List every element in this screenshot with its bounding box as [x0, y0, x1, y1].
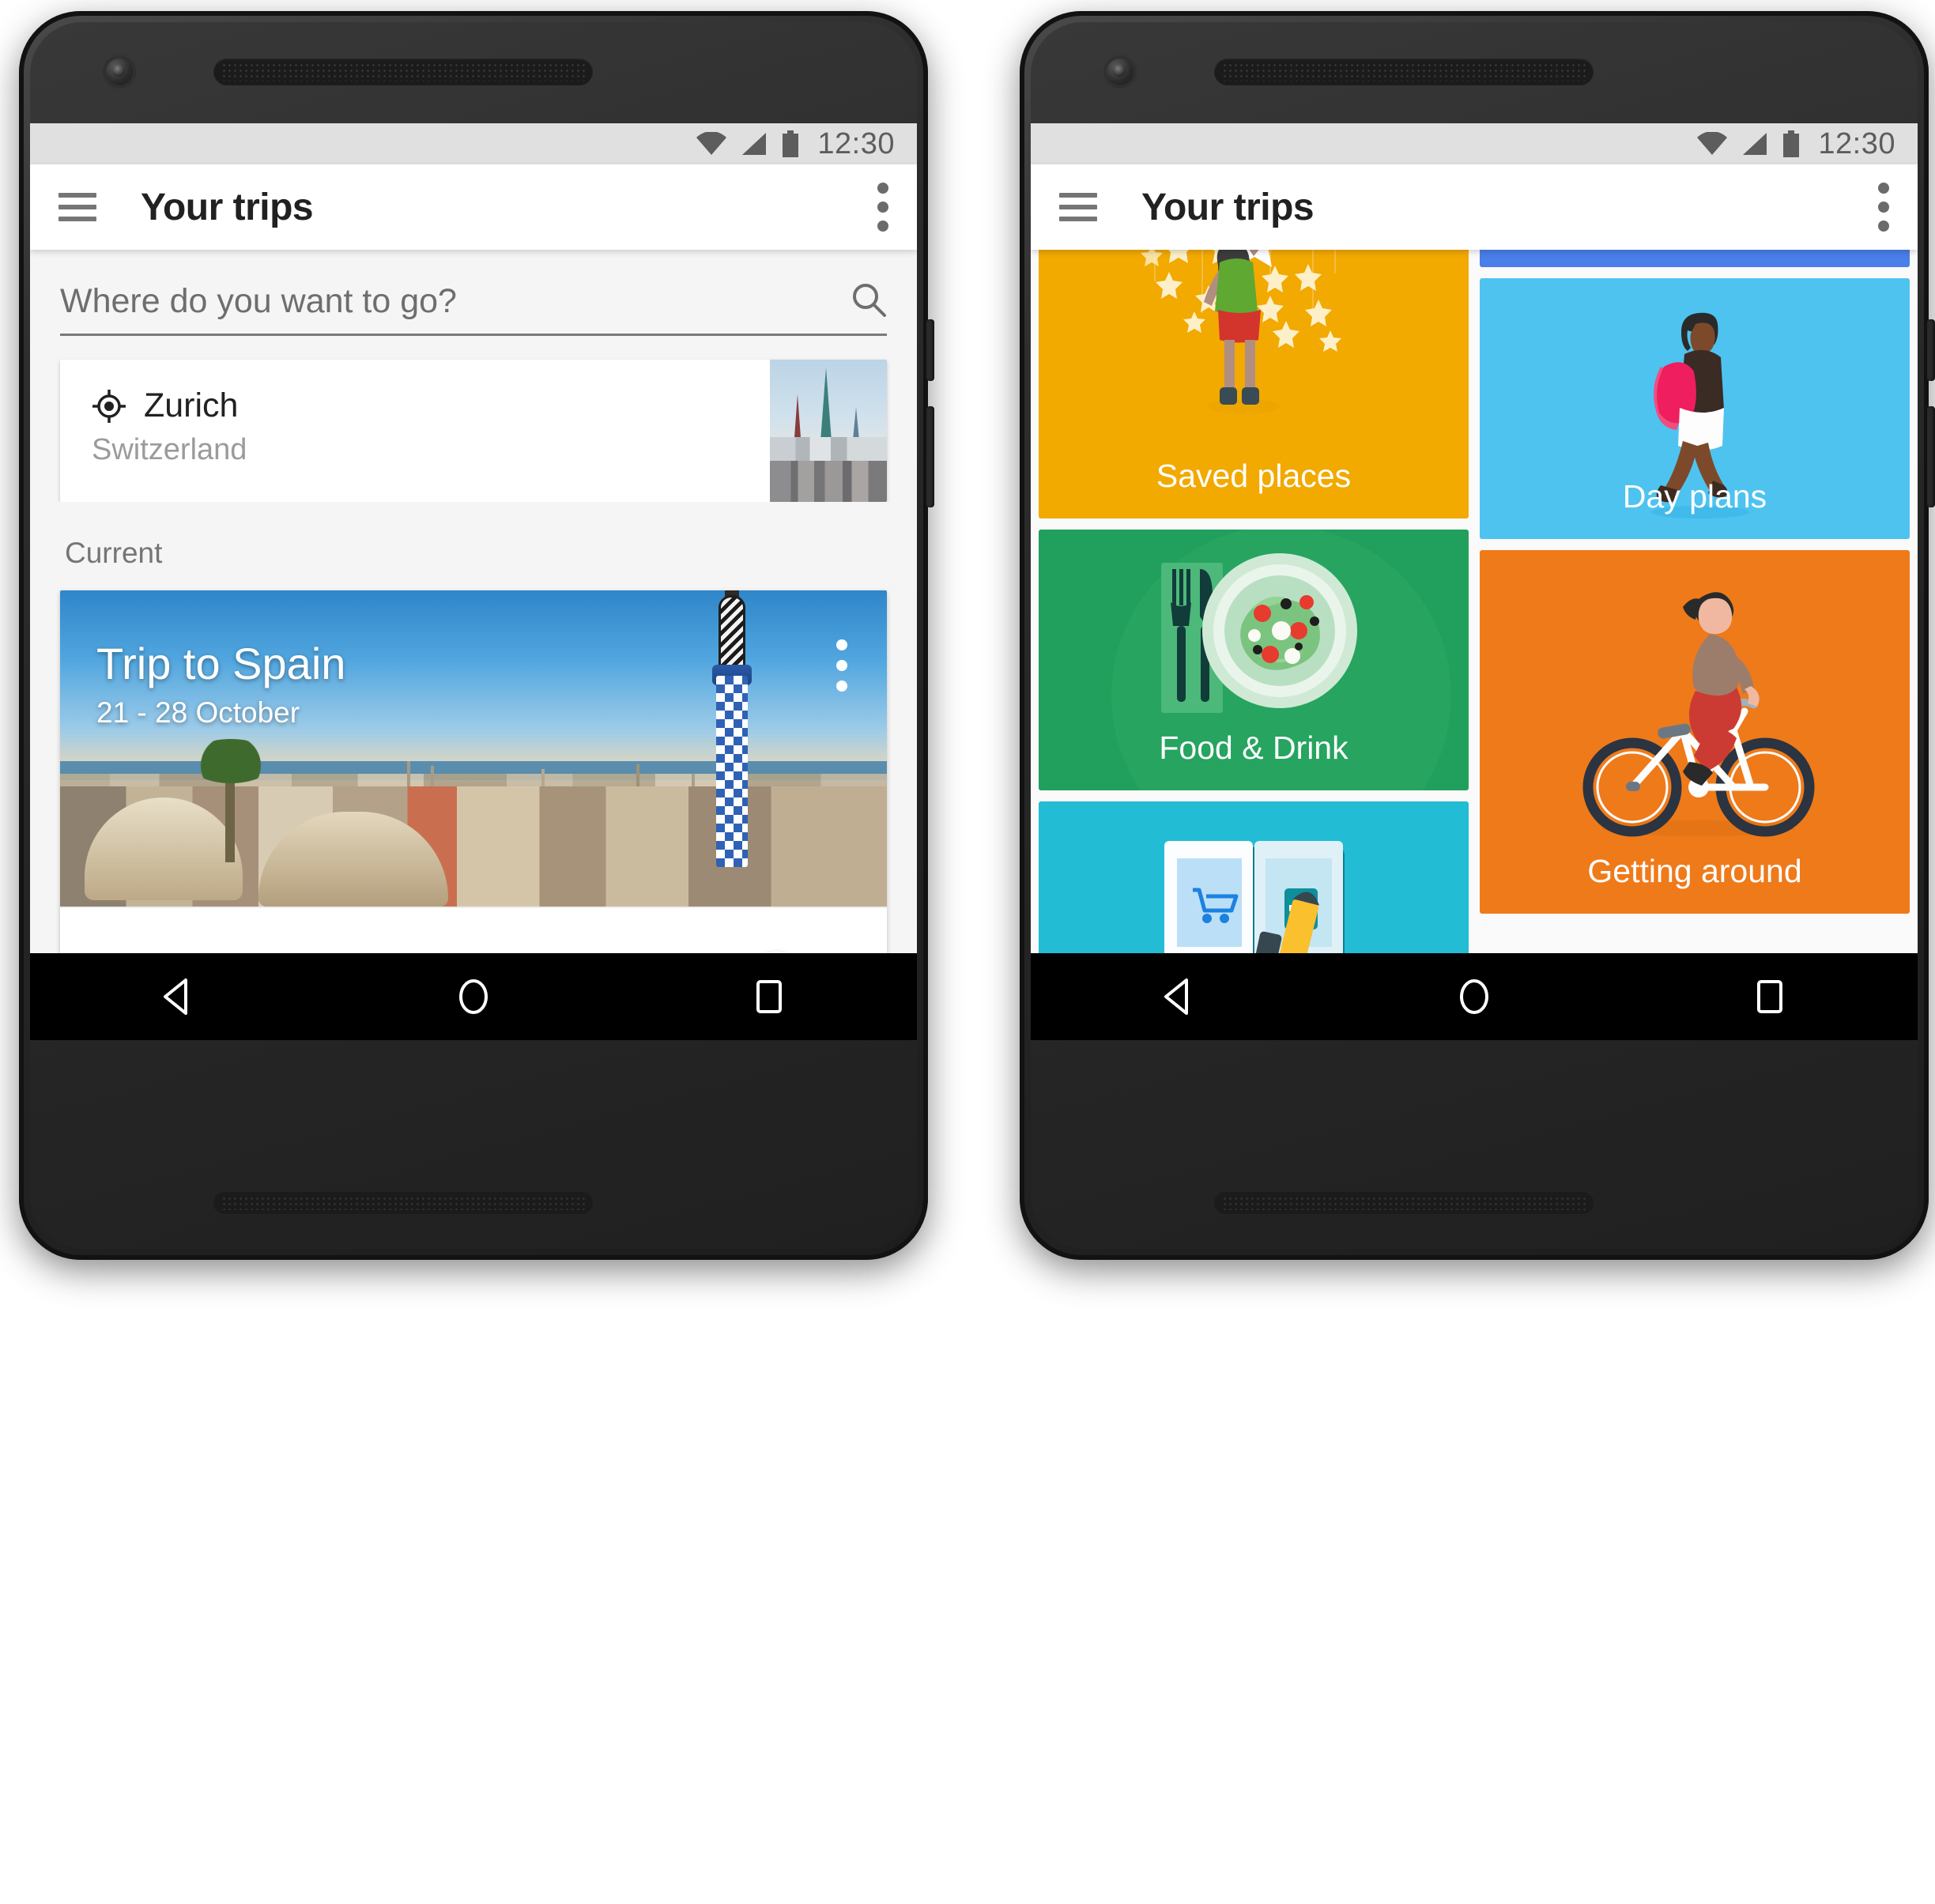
- trip-title: Trip to Spain: [96, 639, 346, 688]
- location-city: Zurich: [144, 386, 239, 424]
- bottom-speaker: [1214, 1192, 1594, 1214]
- phone-device-left: 12:30 Your trips Where do you want to go…: [19, 11, 934, 1260]
- overflow-menu-icon[interactable]: [877, 183, 888, 232]
- category-grid-content: Saved places Food & Drink Day plans Gett…: [1031, 250, 1918, 1040]
- cellular-signal-icon: [741, 132, 768, 156]
- front-camera: [1103, 55, 1137, 89]
- app-bar: Your trips: [1031, 164, 1918, 250]
- phone-device-right: 12:30 Your trips Saved places Food & Dri…: [1020, 11, 1935, 1260]
- trip-overflow-menu-icon[interactable]: [836, 639, 847, 692]
- status-bar-clock: 12:30: [817, 127, 895, 160]
- tile-food-and-drink[interactable]: Food & Drink: [1039, 530, 1469, 790]
- two-phone-mockup: 12:30 Your trips Where do you want to go…: [0, 0, 1935, 1904]
- bottom-speaker: [213, 1192, 593, 1214]
- home-circle-icon[interactable]: [452, 975, 495, 1018]
- hamburger-menu-icon[interactable]: [58, 193, 96, 221]
- tile-label: Saved places: [1156, 458, 1352, 494]
- trips-list-content: Where do you want to go? Zurich Switzerl…: [30, 250, 917, 1040]
- cellular-signal-icon: [1741, 132, 1768, 156]
- tile-label: Getting around: [1587, 853, 1802, 889]
- hamburger-menu-icon[interactable]: [1059, 193, 1097, 221]
- location-country: Switzerland: [92, 433, 247, 466]
- navigation-bar-left: [30, 953, 917, 1040]
- gps-location-icon: [92, 389, 126, 424]
- back-triangle-icon[interactable]: [157, 975, 199, 1018]
- battery-icon: [781, 130, 800, 157]
- home-circle-icon[interactable]: [1453, 975, 1496, 1018]
- section-header-current: Current: [30, 502, 917, 590]
- tile-day-plans[interactable]: Day plans: [1480, 278, 1910, 539]
- tile-label: Day plans: [1622, 478, 1767, 515]
- screen-right: 12:30 Your trips Saved places Food & Dri…: [1031, 123, 1918, 1040]
- status-bar-clock: 12:30: [1818, 127, 1895, 160]
- search-input[interactable]: Where do you want to go?: [60, 281, 887, 336]
- search-row: Where do you want to go?: [30, 250, 917, 336]
- tile-label: Food & Drink: [1159, 730, 1348, 766]
- trip-dates: 21 - 28 October: [96, 696, 300, 729]
- back-triangle-icon[interactable]: [1157, 975, 1200, 1018]
- tile-getting-around[interactable]: Getting around: [1480, 550, 1910, 914]
- recents-square-icon[interactable]: [748, 975, 790, 1018]
- earpiece-speaker: [1214, 58, 1594, 85]
- earpiece-speaker: [213, 58, 593, 85]
- navigation-bar-right: [1031, 953, 1918, 1040]
- overflow-menu-icon[interactable]: [1878, 183, 1889, 232]
- front-camera: [103, 55, 136, 89]
- screen-left: 12:30 Your trips Where do you want to go…: [30, 123, 917, 1040]
- page-title: Your trips: [1141, 186, 1315, 228]
- tile-things-to-do[interactable]: Things to do: [1480, 250, 1910, 267]
- wifi-icon: [696, 132, 727, 156]
- search-icon[interactable]: [851, 281, 887, 321]
- wifi-icon: [1696, 132, 1728, 156]
- trip-photo: Trip to Spain 21 - 28 October: [60, 590, 887, 907]
- status-bar: 12:30: [1031, 123, 1918, 164]
- location-thumbnail: [770, 360, 887, 502]
- tile-saved-places[interactable]: Saved places: [1039, 250, 1469, 518]
- category-tile-grid: Saved places Food & Drink Day plans Gett…: [1039, 250, 1910, 1039]
- battery-icon: [1782, 130, 1801, 157]
- tile-label: Things to do: [1480, 250, 1910, 267]
- current-location-card[interactable]: Zurich Switzerland: [60, 360, 887, 502]
- page-title: Your trips: [141, 186, 314, 228]
- app-bar: Your trips: [30, 164, 917, 250]
- search-placeholder: Where do you want to go?: [60, 282, 457, 320]
- status-bar: 12:30: [30, 123, 917, 164]
- recents-square-icon[interactable]: [1748, 975, 1791, 1018]
